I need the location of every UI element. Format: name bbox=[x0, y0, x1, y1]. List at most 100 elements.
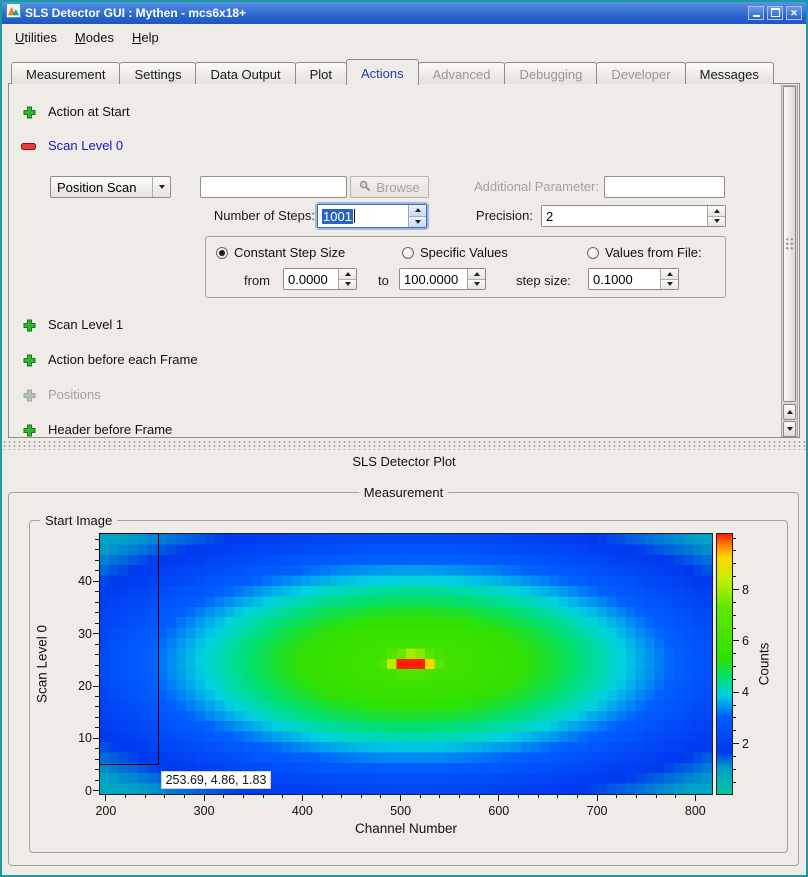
spin-up-icon[interactable] bbox=[661, 269, 678, 279]
zoom-selection-rect[interactable] bbox=[99, 533, 159, 765]
x-minor-tick bbox=[223, 795, 224, 798]
colorbar-major-tick bbox=[733, 589, 739, 590]
x-minor-tick bbox=[538, 795, 539, 798]
header-before-frame-label[interactable]: Header before Frame bbox=[48, 422, 172, 438]
plot-area: Scan Level 0 Channel Number Counts 253.6… bbox=[30, 521, 787, 852]
values-from-file-radio[interactable]: Values from File: bbox=[587, 245, 702, 260]
window-controls: ✕ bbox=[748, 6, 802, 20]
colorbar-minor-tick bbox=[733, 602, 736, 603]
maximize-button[interactable] bbox=[767, 6, 783, 20]
expand-action-at-start-icon[interactable] bbox=[22, 105, 37, 120]
browse-icon bbox=[359, 180, 371, 195]
y-minor-tick bbox=[95, 675, 99, 676]
tab-data-output[interactable]: Data Output bbox=[195, 62, 295, 84]
step-size-label: step size: bbox=[516, 273, 571, 289]
start-image-group: Start Image Scan Level 0 Channel Number … bbox=[29, 520, 788, 853]
vertical-scrollbar[interactable] bbox=[781, 85, 798, 437]
number-of-steps-spinbox[interactable]: 1001 bbox=[317, 204, 427, 228]
spin-down-icon[interactable] bbox=[661, 279, 678, 290]
x-minor-tick bbox=[636, 795, 637, 798]
minimize-button[interactable] bbox=[748, 6, 764, 20]
action-at-start-label[interactable]: Action at Start bbox=[48, 104, 130, 120]
constant-step-radio[interactable]: Constant Step Size bbox=[216, 245, 345, 260]
x-minor-tick bbox=[322, 795, 323, 798]
x-tick-label: 700 bbox=[587, 804, 608, 818]
spin-up-icon[interactable] bbox=[339, 269, 356, 279]
from-value: 0.0000 bbox=[284, 269, 338, 289]
x-minor-tick bbox=[184, 795, 185, 798]
y-major-tick bbox=[93, 633, 99, 634]
tab-messages[interactable]: Messages bbox=[685, 62, 774, 84]
colorbar-minor-tick bbox=[733, 782, 736, 783]
y-minor-tick bbox=[95, 560, 99, 561]
x-major-tick bbox=[302, 795, 303, 801]
y-tick-label: 40 bbox=[48, 574, 92, 588]
y-tick-label: 20 bbox=[48, 679, 92, 693]
measurement-group: Measurement Start Image Scan Level 0 Cha… bbox=[8, 492, 799, 866]
collapse-scan-level-0-icon[interactable] bbox=[21, 139, 36, 154]
scan-mode-select[interactable]: Position Scan bbox=[50, 176, 171, 198]
x-minor-tick bbox=[616, 795, 617, 798]
y-major-tick bbox=[93, 581, 99, 582]
colorbar-minor-tick bbox=[733, 628, 736, 629]
y-minor-tick bbox=[95, 727, 99, 728]
tab-plot[interactable]: Plot bbox=[295, 62, 347, 84]
title-bar[interactable]: SLS Detector GUI : Mythen - mcs6x18+ ✕ bbox=[2, 2, 806, 24]
y-minor-tick bbox=[95, 549, 99, 550]
spin-down-icon[interactable] bbox=[708, 216, 725, 227]
y-minor-tick bbox=[95, 780, 99, 781]
spin-up-icon[interactable] bbox=[468, 269, 485, 279]
to-spinbox[interactable]: 100.0000 bbox=[399, 268, 486, 290]
expand-header-before-frame-icon[interactable] bbox=[22, 423, 37, 438]
colorbar-minor-tick bbox=[733, 730, 736, 731]
x-major-tick bbox=[204, 795, 205, 801]
x-minor-tick bbox=[145, 795, 146, 798]
heatmap-canvas[interactable] bbox=[100, 534, 712, 794]
precision-value: 2 bbox=[542, 206, 707, 226]
spin-down-icon[interactable] bbox=[339, 279, 356, 290]
x-major-tick bbox=[105, 795, 106, 801]
menu-item-help[interactable]: Help bbox=[123, 26, 168, 49]
y-minor-tick bbox=[95, 696, 99, 697]
radio-checked-icon bbox=[216, 247, 228, 259]
from-label: from bbox=[244, 273, 270, 289]
scan-level-1-label[interactable]: Scan Level 1 bbox=[48, 317, 123, 333]
scrollbar-down-button[interactable] bbox=[783, 421, 796, 437]
colorbar-canvas bbox=[717, 534, 732, 794]
close-button[interactable]: ✕ bbox=[786, 6, 802, 20]
x-tick-label: 400 bbox=[292, 804, 313, 818]
splitter-handle[interactable] bbox=[2, 440, 806, 450]
y-minor-tick bbox=[95, 644, 99, 645]
tab-bar: MeasurementSettingsData OutputPlotAction… bbox=[12, 58, 798, 84]
scan-script-input[interactable] bbox=[200, 176, 347, 198]
scrollbar-thumb[interactable] bbox=[783, 86, 796, 402]
scrollbar-up-button[interactable] bbox=[783, 404, 796, 420]
tab-actions[interactable]: Actions bbox=[346, 59, 419, 85]
app-window: SLS Detector GUI : Mythen - mcs6x18+ ✕ U… bbox=[0, 0, 808, 877]
action-before-frame-label[interactable]: Action before each Frame bbox=[48, 352, 198, 368]
menu-item-utilities[interactable]: Utilities bbox=[6, 26, 66, 49]
tab-measurement[interactable]: Measurement bbox=[11, 62, 120, 84]
x-minor-tick bbox=[459, 795, 460, 798]
menu-item-modes[interactable]: Modes bbox=[66, 26, 123, 49]
expand-scan-level-1-icon[interactable] bbox=[22, 318, 37, 333]
x-minor-tick bbox=[420, 795, 421, 798]
specific-values-radio[interactable]: Specific Values bbox=[402, 245, 508, 260]
spin-up-icon[interactable] bbox=[708, 206, 725, 216]
step-size-spinbox[interactable]: 0.1000 bbox=[588, 268, 679, 290]
precision-spinbox[interactable]: 2 bbox=[541, 205, 726, 227]
spin-down-icon[interactable] bbox=[468, 279, 485, 290]
scan-level-0-label[interactable]: Scan Level 0 bbox=[48, 138, 123, 154]
colorbar-minor-tick bbox=[733, 769, 736, 770]
y-major-tick bbox=[93, 686, 99, 687]
additional-parameter-input[interactable] bbox=[604, 176, 725, 198]
app-icon bbox=[6, 3, 21, 23]
spin-up-icon[interactable] bbox=[409, 205, 426, 216]
from-spinbox[interactable]: 0.0000 bbox=[283, 268, 357, 290]
expand-action-before-frame-icon[interactable] bbox=[22, 353, 37, 368]
y-minor-tick bbox=[95, 654, 99, 655]
precision-label: Precision: bbox=[433, 208, 533, 224]
y-minor-tick bbox=[95, 591, 99, 592]
tab-settings[interactable]: Settings bbox=[119, 62, 196, 84]
spin-down-icon[interactable] bbox=[409, 216, 426, 228]
